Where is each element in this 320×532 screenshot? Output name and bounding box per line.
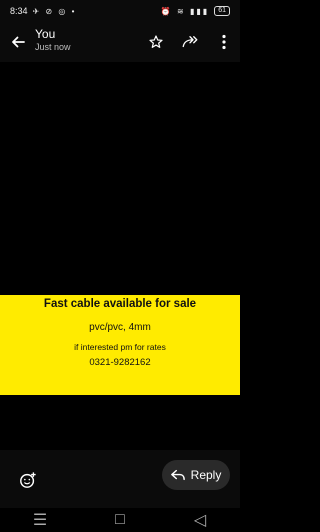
timestamp: Just now — [35, 42, 71, 52]
battery-indicator: 61 — [214, 6, 230, 16]
banner-phone: 0321-9282162 — [89, 357, 151, 368]
app-bar: You Just now — [0, 22, 240, 62]
sale-banner-image: Fast cable available for sale pvc/pvc, 4… — [0, 295, 240, 395]
back-arrow-icon[interactable] — [6, 30, 30, 54]
media-viewer[interactable]: Fast cable available for sale pvc/pvc, 4… — [0, 62, 240, 450]
more-options-icon[interactable] — [212, 30, 236, 54]
reply-button[interactable]: Reply — [162, 460, 230, 490]
bottom-action-bar: Reply — [0, 450, 240, 510]
system-nav-bar: ☰ □ ◁ — [0, 508, 240, 532]
forward-icon[interactable] — [178, 30, 202, 54]
banner-headline: Fast cable available for sale — [43, 298, 197, 310]
reply-arrow-icon — [170, 469, 185, 481]
add-reaction-icon[interactable] — [16, 468, 40, 492]
recent-apps-icon[interactable]: ☰ — [30, 510, 50, 530]
reply-label: Reply — [190, 468, 222, 482]
banner-note: if interested pm for rates — [74, 342, 166, 352]
banner-spec: pvc/pvc, 4mm — [89, 322, 151, 333]
sender-title: You — [35, 27, 56, 41]
status-right-icons: ⏰ ≋ ▮▮▮ — [160, 6, 210, 16]
star-icon[interactable] — [144, 30, 168, 54]
nav-back-icon[interactable]: ◁ — [190, 510, 210, 530]
status-bar: 8:34 ✈ ⊘ ◎ • ⏰ ≋ ▮▮▮ 61 — [0, 0, 240, 22]
home-icon[interactable]: □ — [110, 510, 130, 530]
status-time: 8:34 — [10, 6, 28, 16]
title-block: You Just now — [35, 27, 71, 53]
status-left-icons: ✈ ⊘ ◎ • — [32, 6, 77, 16]
